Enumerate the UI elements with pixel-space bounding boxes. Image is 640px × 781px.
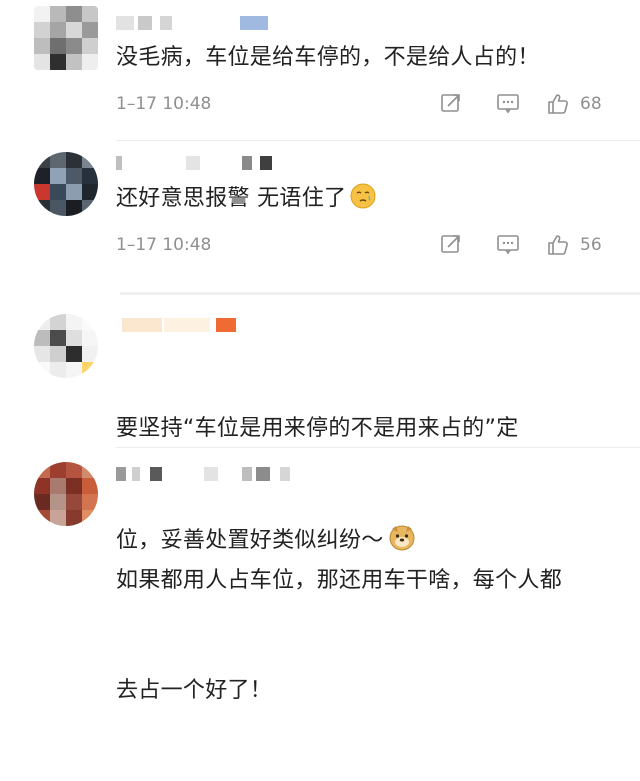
comment-text-content: 还好意思报警 无语住了 — [116, 186, 347, 211]
comment-text: 如果都用人占车位，那还用车干啥，每个人都 去占一个好了！ — [116, 491, 626, 781]
comment-text: 没毛病，车位是给车停的，不是给人占的！ — [116, 45, 540, 70]
divider — [116, 140, 640, 141]
comment-meta: 1–17 10:48 56 — [116, 233, 616, 257]
comment-text-line: 去占一个好了！ — [116, 678, 273, 703]
username[interactable] — [116, 16, 276, 30]
divider — [120, 292, 640, 295]
comment-text: 还好意思报警 无语住了 — [116, 181, 626, 221]
like-count: 56 — [580, 235, 602, 255]
comment-icon[interactable] — [496, 92, 520, 118]
comment-time: 1–17 10:48 — [116, 94, 212, 114]
divider — [116, 447, 640, 448]
share-icon[interactable] — [440, 92, 462, 118]
comment-text-line: 要坚持“车位是用来停的不是用来占的”定 — [116, 416, 519, 441]
like-count: 68 — [580, 94, 602, 114]
username[interactable] — [116, 318, 246, 332]
comment-icon[interactable] — [496, 233, 520, 259]
thumbs-up-icon[interactable] — [546, 233, 570, 261]
thumbs-up-icon[interactable] — [546, 92, 570, 120]
avatar[interactable] — [34, 314, 98, 378]
avatar[interactable] — [34, 462, 98, 526]
avatar[interactable] — [34, 152, 98, 216]
username[interactable] — [116, 156, 276, 170]
crying-face-emoji — [350, 183, 376, 221]
username[interactable] — [116, 467, 306, 481]
avatar[interactable] — [34, 6, 98, 70]
comment-text-line: 如果都用人占车位，那还用车干啥，每个人都 — [116, 568, 563, 593]
comment-time: 1–17 10:48 — [116, 235, 212, 255]
comment-meta: 1–17 10:48 68 — [116, 92, 616, 116]
share-icon[interactable] — [440, 233, 462, 259]
